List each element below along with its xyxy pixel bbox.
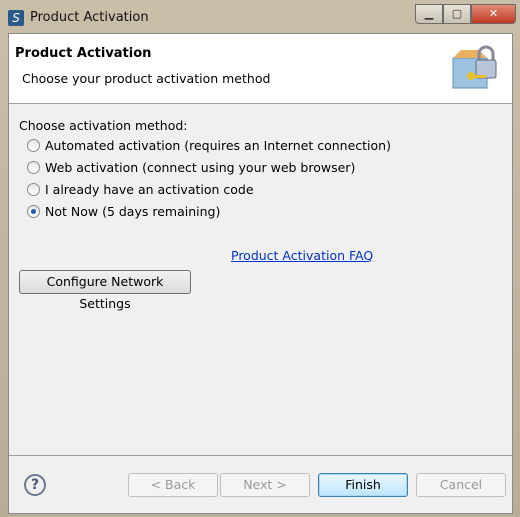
help-icon[interactable]: ? bbox=[24, 474, 46, 496]
divider bbox=[9, 455, 512, 456]
title-bar[interactable]: S Product Activation ▁ ▢ ✕ bbox=[0, 0, 520, 33]
window-title: Product Activation bbox=[30, 10, 149, 25]
page-subtitle: Choose your product activation method bbox=[22, 71, 271, 86]
app-icon: S bbox=[8, 10, 24, 26]
maximize-button[interactable]: ▢ bbox=[443, 4, 471, 24]
activation-faq-link[interactable]: Product Activation FAQ bbox=[231, 248, 373, 263]
radio-label: Not Now (5 days remaining) bbox=[45, 204, 221, 219]
radio-have-code[interactable]: I already have an activation code bbox=[27, 182, 254, 197]
configure-network-button[interactable]: Configure Network Settings bbox=[19, 270, 191, 311]
lock-key-box-icon bbox=[452, 45, 497, 89]
back-button[interactable]: < Back bbox=[128, 473, 218, 497]
radio-label: I already have an activation code bbox=[45, 182, 254, 197]
radio-not-now[interactable]: Not Now (5 days remaining) bbox=[27, 204, 220, 219]
dialog-content: Product Activation Choose your product a… bbox=[8, 33, 513, 514]
radio-automated-activation[interactable]: Automated activation (requires an Intern… bbox=[27, 138, 391, 153]
radio-label: Web activation (connect using your web b… bbox=[45, 160, 356, 175]
next-button[interactable]: Next > bbox=[220, 473, 310, 497]
wizard-header: Product Activation Choose your product a… bbox=[9, 34, 512, 104]
minimize-button[interactable]: ▁ bbox=[415, 4, 443, 24]
close-button[interactable]: ✕ bbox=[471, 4, 516, 24]
activation-method-label: Choose activation method: bbox=[19, 118, 188, 133]
radio-button[interactable] bbox=[27, 161, 40, 174]
radio-button[interactable] bbox=[27, 205, 40, 218]
radio-button[interactable] bbox=[27, 139, 40, 152]
radio-web-activation[interactable]: Web activation (connect using your web b… bbox=[27, 160, 355, 175]
cancel-button[interactable]: Cancel bbox=[416, 473, 506, 497]
finish-button[interactable]: Finish bbox=[318, 473, 408, 497]
radio-button[interactable] bbox=[27, 183, 40, 196]
page-title: Product Activation bbox=[15, 46, 152, 61]
radio-label: Automated activation (requires an Intern… bbox=[45, 138, 391, 153]
